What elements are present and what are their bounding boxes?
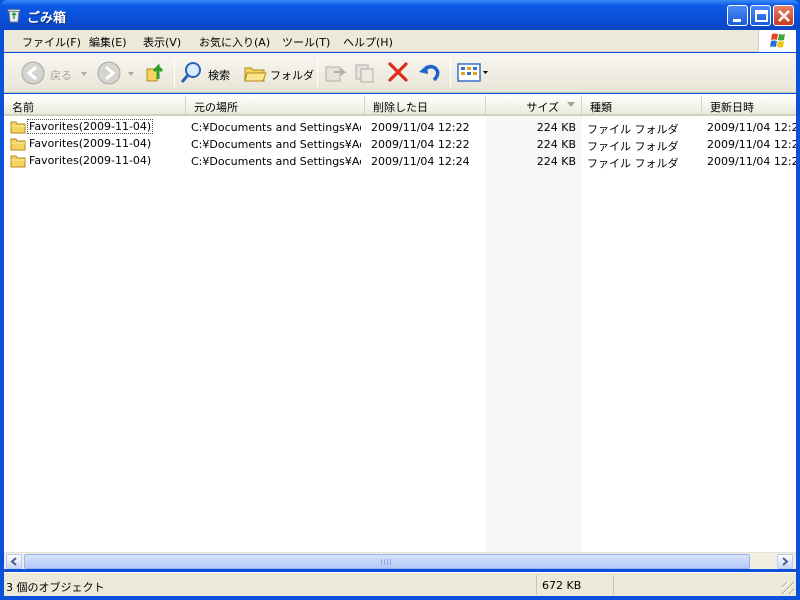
column-original-location[interactable]: 元の場所 (186, 96, 365, 114)
column-date-deleted[interactable]: 削除した日 (365, 96, 486, 114)
date-deleted: 2009/11/04 12:22 (371, 138, 470, 151)
menu-bar: ファイル(F) 編集(E) 表示(V) お気に入り(A) ツール(T) ヘルプ(… (4, 30, 796, 52)
up-folder-button[interactable] (144, 59, 170, 87)
status-object-count: 3 個のオブジェクト (4, 575, 537, 595)
windows-flag-icon (770, 33, 785, 48)
search-label: 検索 (208, 69, 230, 82)
horizontal-scrollbar[interactable] (4, 552, 796, 569)
scroll-thumb[interactable] (24, 554, 750, 569)
menu-favorites[interactable]: お気に入り(A) (199, 34, 270, 50)
chevron-right-icon (782, 557, 789, 566)
date-modified: 2009/11/04 12:22 (707, 121, 796, 134)
sort-descending-icon (567, 102, 575, 107)
chevron-down-icon (128, 72, 134, 76)
undo-button[interactable] (417, 59, 445, 87)
minimize-button[interactable] (727, 5, 748, 26)
recycle-bin-icon (7, 9, 21, 23)
title-bar[interactable]: ごみ箱 (0, 0, 800, 30)
delete-button[interactable] (386, 59, 412, 87)
toolbar-separator (317, 58, 318, 88)
views-button[interactable] (455, 59, 491, 87)
date-modified: 2009/11/04 12:24 (707, 155, 796, 168)
date-deleted: 2009/11/04 12:24 (371, 155, 470, 168)
delete-icon (388, 62, 408, 82)
file-size: 224 KB (536, 155, 576, 168)
undo-icon (419, 64, 440, 82)
toolbar-separator (174, 58, 175, 88)
toolbar: 戻る 検索 フォルダ (4, 53, 796, 93)
status-bar: 3 個のオブジェクト 672 KB (4, 572, 796, 596)
list-item[interactable]: Favorites(2009-11-04) C:¥Documents and S… (4, 153, 796, 170)
file-name: Favorites(2009-11-04) (29, 154, 152, 167)
window-title: ごみ箱 (27, 11, 67, 26)
original-location: C:¥Documents and Settings¥Ad... (191, 155, 361, 168)
file-list[interactable]: 名前 元の場所 削除した日 サイズ 種類 更新日時 Favorites(2009… (4, 94, 796, 552)
folder-icon (10, 121, 26, 134)
column-type[interactable]: 種類 (582, 96, 702, 114)
status-total-size: 672 KB (538, 575, 614, 595)
up-folder-icon (146, 63, 164, 82)
file-type: ファイル フォルダ (587, 123, 679, 136)
view-grid-icon (457, 63, 488, 82)
back-button[interactable]: 戻る (20, 59, 90, 87)
list-item[interactable]: Favorites(2009-11-04) C:¥Documents and S… (4, 136, 796, 153)
copy-to-button[interactable] (353, 59, 381, 87)
chevron-down-icon (81, 72, 87, 76)
move-to-button[interactable] (322, 59, 350, 87)
windows-logo (758, 30, 796, 52)
menu-file[interactable]: ファイル(F) (22, 34, 81, 50)
maximize-icon (755, 10, 768, 22)
date-modified: 2009/11/04 12:22 (707, 138, 796, 151)
folder-icon (10, 155, 26, 168)
search-icon (180, 62, 201, 83)
list-item[interactable]: Favorites(2009-11-04) C:¥Documents and S… (4, 119, 796, 136)
close-icon (778, 10, 790, 22)
back-arrow-icon (21, 61, 45, 85)
toolbar-separator (450, 58, 451, 88)
folders-icon (244, 67, 267, 82)
close-button[interactable] (773, 5, 794, 26)
search-button[interactable]: 検索 (179, 59, 241, 87)
original-location: C:¥Documents and Settings¥Ad... (191, 138, 361, 151)
menu-edit[interactable]: 編集(E) (89, 34, 127, 50)
copy-to-icon (355, 64, 374, 83)
chevron-left-icon (10, 557, 17, 566)
file-name: Favorites(2009-11-04) (26, 119, 154, 134)
column-name[interactable]: 名前 (4, 96, 186, 114)
file-type: ファイル フォルダ (587, 157, 679, 170)
maximize-button[interactable] (750, 5, 771, 26)
resize-grip[interactable] (782, 582, 794, 594)
explorer-window: ごみ箱 ファイル(F) 編集(E) 表示(V) お気に入り(A) ツール(T) … (0, 0, 800, 600)
forward-arrow-icon (97, 61, 121, 85)
file-size: 224 KB (536, 121, 576, 134)
menu-tools[interactable]: ツール(T) (282, 34, 330, 50)
file-type: ファイル フォルダ (587, 140, 679, 153)
move-to-icon (325, 66, 347, 82)
scroll-right-button[interactable] (777, 554, 793, 569)
back-label: 戻る (50, 69, 72, 82)
column-size[interactable]: サイズ (486, 96, 582, 114)
file-name: Favorites(2009-11-04) (29, 137, 152, 150)
scroll-grip (381, 559, 391, 565)
date-deleted: 2009/11/04 12:22 (371, 121, 470, 134)
forward-button[interactable] (96, 59, 136, 87)
column-header: 名前 元の場所 削除した日 サイズ 種類 更新日時 (4, 96, 796, 116)
menu-view[interactable]: 表示(V) (143, 34, 181, 50)
folders-label: フォルダ (270, 69, 314, 82)
minimize-icon (733, 19, 741, 22)
folders-button[interactable]: フォルダ (242, 59, 314, 87)
file-size: 224 KB (536, 138, 576, 151)
menu-help[interactable]: ヘルプ(H) (343, 34, 393, 50)
scroll-left-button[interactable] (6, 554, 22, 569)
original-location: C:¥Documents and Settings¥Ad... (191, 121, 361, 134)
folder-icon (10, 138, 26, 151)
column-date-modified[interactable]: 更新日時 (702, 96, 796, 114)
